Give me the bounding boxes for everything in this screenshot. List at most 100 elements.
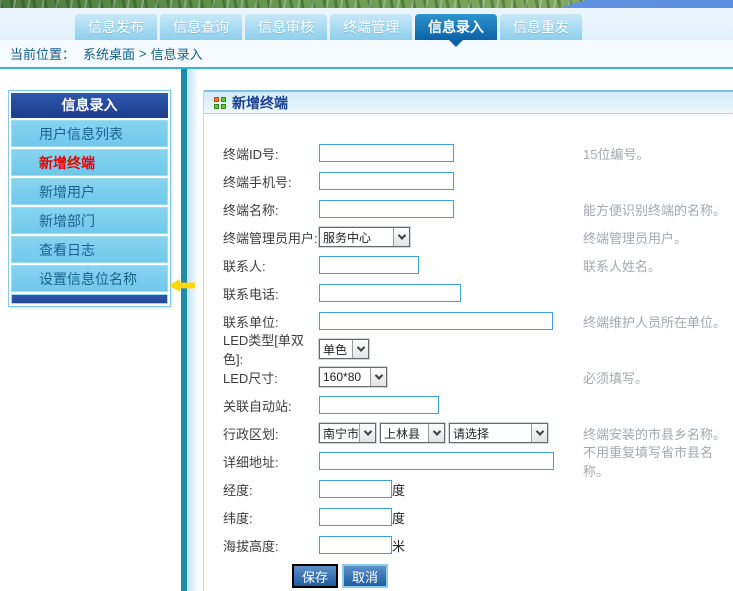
linked-auto-station-input[interactable]: [319, 396, 439, 414]
terminal-phone-field: [319, 172, 583, 190]
form-buttons: 保存取消: [292, 564, 733, 588]
led-type-field: 单色: [319, 339, 583, 359]
form-row-contact-person: 联系人:联系人姓名。: [223, 251, 733, 279]
detail-address-field: [319, 452, 583, 470]
admin-region-county-select[interactable]: 上林县: [380, 423, 445, 443]
dropdown-arrow-icon[interactable]: [428, 424, 444, 442]
altitude-label: 海拔高度:: [223, 536, 319, 555]
breadcrumb-separator: >: [139, 46, 147, 61]
detail-address-input[interactable]: [319, 452, 554, 470]
led-size-hint: 必须填写。: [583, 368, 648, 387]
tab-info-audit[interactable]: 信息审核: [245, 14, 327, 40]
form-row-terminal-admin-user: 终端管理员用户:服务中心 终端管理员用户。: [223, 223, 733, 251]
cancel-button[interactable]: 取消: [342, 564, 388, 588]
contact-person-input[interactable]: [319, 256, 419, 274]
sidebar-item-view-logs[interactable]: 查看日志: [11, 236, 168, 263]
banner-nature-image: [0, 0, 733, 8]
admin-region-county-select-value: 上林县: [381, 425, 428, 442]
terminal-admin-user-label: 终端管理员用户:: [223, 228, 319, 247]
form-row-led-type: LED类型[单双色]:单色: [223, 335, 733, 363]
latitude-unit-label: 度: [392, 508, 405, 527]
sidebar-item-add-user[interactable]: 新增用户: [11, 178, 168, 205]
top-navigation: 信息发布信息查询信息审核终端管理信息录入信息重发: [0, 8, 733, 40]
altitude-input[interactable]: [319, 536, 392, 554]
chevron-down-icon: [432, 427, 440, 435]
linked-auto-station-field: [319, 396, 583, 414]
terminal-id-label: 终端ID号:: [223, 144, 319, 163]
dropdown-arrow-icon[interactable]: [352, 340, 368, 358]
contact-org-input[interactable]: [319, 312, 553, 330]
sidebar-menu: 信息录入 用户信息列表新增终端新增用户新增部门查看日志设置信息位名称: [8, 90, 171, 307]
latitude-label: 纬度:: [223, 508, 319, 527]
divider-shadow: [187, 69, 199, 591]
tab-info-query[interactable]: 信息查询: [160, 14, 242, 40]
terminal-admin-user-hint: 终端管理员用户。: [583, 228, 687, 247]
dropdown-arrow-icon[interactable]: [359, 424, 375, 442]
tab-info-publish[interactable]: 信息发布: [75, 14, 157, 40]
grid-squares-icon: [214, 97, 226, 109]
contact-org-label: 联系单位:: [223, 312, 319, 331]
chevron-down-icon: [374, 371, 382, 379]
tab-info-resend[interactable]: 信息重发: [500, 14, 582, 40]
sidebar-item-set-info-slot-name[interactable]: 设置信息位名称: [11, 265, 168, 292]
admin-region-hint: 终端安装的市县乡名称。: [583, 424, 726, 443]
terminal-id-hint: 15位编号。: [583, 144, 649, 163]
form-row-terminal-name: 终端名称:能方便识别终端的名称。: [223, 195, 733, 223]
contact-phone-input[interactable]: [319, 284, 461, 302]
form-row-terminal-id: 终端ID号: 15位编号。: [223, 139, 733, 167]
chevron-down-icon: [535, 427, 543, 435]
led-type-select[interactable]: 单色: [319, 339, 369, 359]
detail-address-hint: 不用重复填写省市县名称。: [583, 442, 733, 480]
contact-org-field: [319, 312, 583, 330]
admin-region-township-select[interactable]: 请选择: [449, 423, 548, 443]
admin-region-field: 南宁市 上林县 请选择: [319, 423, 583, 443]
form-row-led-size: LED尺寸:160*80 必须填写。: [223, 363, 733, 391]
detail-address-label: 详细地址:: [223, 452, 319, 471]
admin-region-label: 行政区划:: [223, 424, 319, 443]
latitude-input[interactable]: [319, 508, 392, 526]
sidebar-item-add-department[interactable]: 新增部门: [11, 207, 168, 234]
panel-title: 新增终端: [232, 93, 288, 113]
terminal-phone-input[interactable]: [319, 172, 454, 190]
terminal-name-hint: 能方便识别终端的名称。: [583, 200, 726, 219]
admin-region-township-select-value: 请选择: [450, 425, 531, 442]
longitude-unit-label: 度: [392, 480, 405, 499]
terminal-id-input[interactable]: [319, 144, 454, 162]
chevron-down-icon: [363, 427, 371, 435]
form-row-detail-address: 详细地址:不用重复填写省市县名称。: [223, 447, 733, 475]
tab-terminal-manage[interactable]: 终端管理: [330, 14, 412, 40]
contact-org-hint: 终端维护人员所在单位。: [583, 312, 726, 331]
sidebar-footer-bar: [11, 294, 168, 304]
main-content-area: 信息录入 用户信息列表新增终端新增用户新增部门查看日志设置信息位名称 新增终端 …: [0, 69, 733, 591]
terminal-name-input[interactable]: [319, 200, 454, 218]
terminal-name-field: [319, 200, 583, 218]
led-size-label: LED尺寸:: [223, 368, 319, 387]
longitude-field: 度: [319, 480, 583, 499]
add-terminal-panel: 新增终端 终端ID号:15位编号。终端手机号:终端名称:能方便识别终端的名称。终…: [203, 90, 733, 591]
led-size-field: 160*80: [319, 367, 583, 387]
dropdown-arrow-icon[interactable]: [370, 368, 386, 386]
longitude-input[interactable]: [319, 480, 392, 498]
breadcrumb-item-desktop[interactable]: 系统桌面: [83, 44, 135, 63]
sidebar-item-add-terminal[interactable]: 新增终端: [11, 149, 168, 176]
dropdown-arrow-icon[interactable]: [393, 228, 409, 246]
chevron-down-icon: [356, 343, 364, 351]
led-size-select[interactable]: 160*80: [319, 367, 387, 387]
terminal-phone-label: 终端手机号:: [223, 172, 319, 191]
decorative-banner: [0, 0, 733, 8]
altitude-field: 米: [319, 536, 583, 555]
contact-phone-label: 联系电话:: [223, 284, 319, 303]
terminal-admin-user-select[interactable]: 服务中心: [319, 227, 410, 247]
admin-region-city-select[interactable]: 南宁市: [319, 423, 376, 443]
dropdown-arrow-icon[interactable]: [531, 424, 547, 442]
tab-info-entry[interactable]: 信息录入: [415, 14, 497, 40]
save-button[interactable]: 保存: [292, 564, 338, 588]
sidebar-item-user-info-list[interactable]: 用户信息列表: [11, 120, 168, 147]
altitude-unit-label: 米: [392, 536, 405, 555]
form-row-altitude: 海拔高度: 米: [223, 531, 733, 559]
form-row-latitude: 纬度: 度: [223, 503, 733, 531]
form-row-terminal-phone: 终端手机号:: [223, 167, 733, 195]
panel-header: 新增终端: [204, 90, 733, 114]
admin-region-city-select-value: 南宁市: [320, 425, 359, 442]
terminal-admin-user-field: 服务中心: [319, 227, 583, 247]
